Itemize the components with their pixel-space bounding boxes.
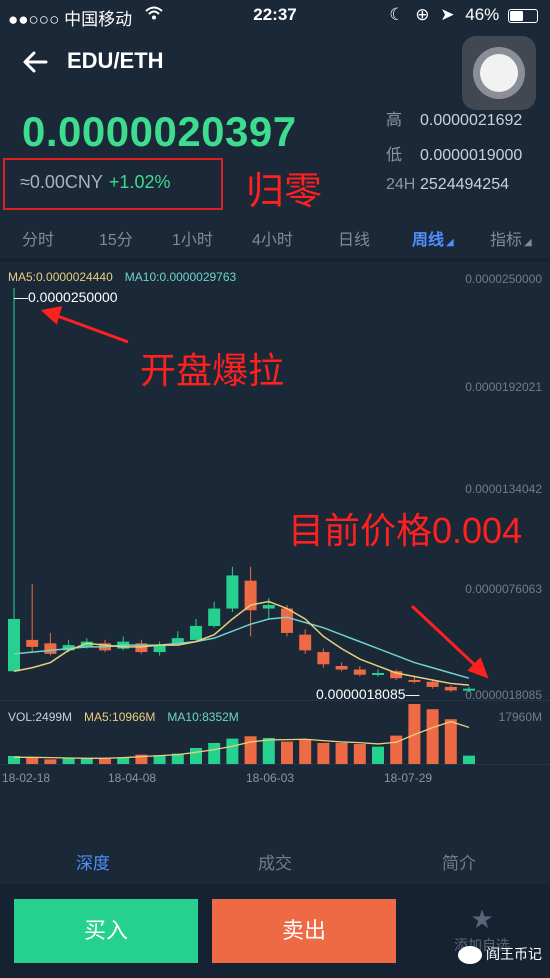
volume-bar	[372, 746, 384, 764]
candle-body	[208, 608, 221, 626]
x-tick: 18-04-08	[108, 771, 157, 785]
tab-weekly[interactable]: 周线 ◢	[412, 226, 454, 250]
cny-price: ≈0.00CNY +1.02%	[20, 172, 170, 193]
candle-body	[26, 639, 39, 647]
volume-bar	[153, 755, 166, 764]
volume-bar	[335, 742, 348, 764]
volume-bar	[26, 757, 39, 764]
assistive-touch-button[interactable]	[462, 36, 536, 110]
max-price-label: —0.0000250000	[14, 289, 118, 305]
tab-intro[interactable]: 简介	[442, 849, 476, 874]
annotation-current: 目前价格0.004	[288, 510, 523, 551]
volume-bar	[353, 743, 366, 764]
interval-tabs: 分时 15分 1小时 4小时 日线 周线 ◢ 指标 ◢	[0, 226, 550, 250]
candle-body	[262, 605, 275, 609]
tab-trades[interactable]: 成交	[258, 849, 292, 874]
status-right: ☾ ⊕ ➤ 46%	[389, 5, 538, 25]
candle-body	[444, 686, 457, 691]
stats-panel: 高 0.0000021692 低 0.0000019000 24H 252449425…	[386, 106, 522, 211]
candles-svg	[8, 288, 475, 693]
candle-body	[426, 681, 439, 687]
volume-bar	[463, 755, 475, 764]
dropdown-triangle-icon: ◢	[446, 237, 454, 248]
candle-body	[353, 669, 366, 675]
stat-low: 低 0.0000019000	[386, 147, 523, 164]
volume-bar	[244, 736, 257, 764]
candle-body	[190, 625, 202, 640]
candle-body	[408, 679, 421, 682]
battery-icon	[508, 8, 538, 23]
candle-body	[372, 672, 384, 675]
candle-body	[226, 575, 239, 609]
moon-icon: ☾	[389, 5, 405, 24]
volume-bar	[444, 719, 457, 764]
annotation-pump: 开盘爆拉	[140, 350, 285, 391]
trade-bar: 买入 卖出 ★ 添加自选 阎王币记	[0, 884, 550, 978]
info-tabs: 深度 成交 简介	[0, 817, 550, 879]
ma10-line	[13, 616, 470, 679]
tab-depth[interactable]: 深度	[76, 849, 110, 874]
x-axis-line	[0, 764, 550, 765]
volume-bar	[317, 742, 330, 764]
lock-rotation-icon: ⊕	[415, 5, 430, 24]
location-icon: ➤	[440, 5, 455, 24]
wechat-icon	[458, 946, 482, 964]
tab-15min[interactable]: 15分	[99, 226, 133, 250]
candle-body	[335, 666, 348, 670]
annotation-zero: 归零	[246, 171, 323, 213]
candle-body	[281, 608, 293, 633]
star-icon: ★	[470, 904, 494, 934]
x-tick: 18-07-29	[384, 771, 433, 785]
x-tick: 18-06-03	[246, 771, 295, 785]
price-change: +1.02%	[108, 172, 171, 192]
dropdown-triangle-icon: ◢	[524, 237, 532, 248]
candle-body	[44, 643, 57, 654]
tab-timeshare[interactable]: 分时	[22, 226, 54, 250]
battery-percent: 46%	[465, 5, 500, 24]
tab-1hour[interactable]: 1小时	[172, 226, 213, 250]
back-arrow-icon[interactable]	[20, 46, 52, 78]
x-tick: 18-02-18	[2, 771, 51, 785]
volume-bar	[226, 738, 239, 764]
sell-button[interactable]: 卖出	[212, 899, 396, 963]
pair-title: EDU/ETH	[67, 48, 164, 73]
candle-body	[463, 688, 475, 691]
status-bar: ●●○○○ 中国移动 22:37 ☾ ⊕ ➤ 46%	[0, 0, 550, 30]
volume-bar	[208, 742, 221, 764]
volume-bar	[281, 741, 293, 764]
volume-bar	[299, 739, 312, 764]
tab-4hour[interactable]: 4小时	[252, 226, 293, 250]
stat-24h: 24H 2524494254	[386, 176, 509, 193]
volume-svg	[8, 704, 475, 764]
volume-bar	[262, 737, 275, 764]
candle-body	[299, 634, 312, 651]
cny-value: ≈0.00CNY	[20, 172, 103, 192]
tab-indicators[interactable]: 指标 ◢	[490, 226, 532, 250]
volume-bar	[426, 709, 439, 764]
watermark: 阎王币记	[458, 944, 542, 964]
candle-body	[317, 652, 330, 665]
tab-daily[interactable]: 日线	[338, 226, 370, 250]
last-price: 0.0000020397	[22, 108, 297, 155]
candle-body	[8, 618, 20, 672]
stat-high: 高 0.0000021692	[386, 112, 523, 129]
volume-bar	[190, 747, 202, 764]
buy-button[interactable]: 买入	[14, 899, 198, 963]
